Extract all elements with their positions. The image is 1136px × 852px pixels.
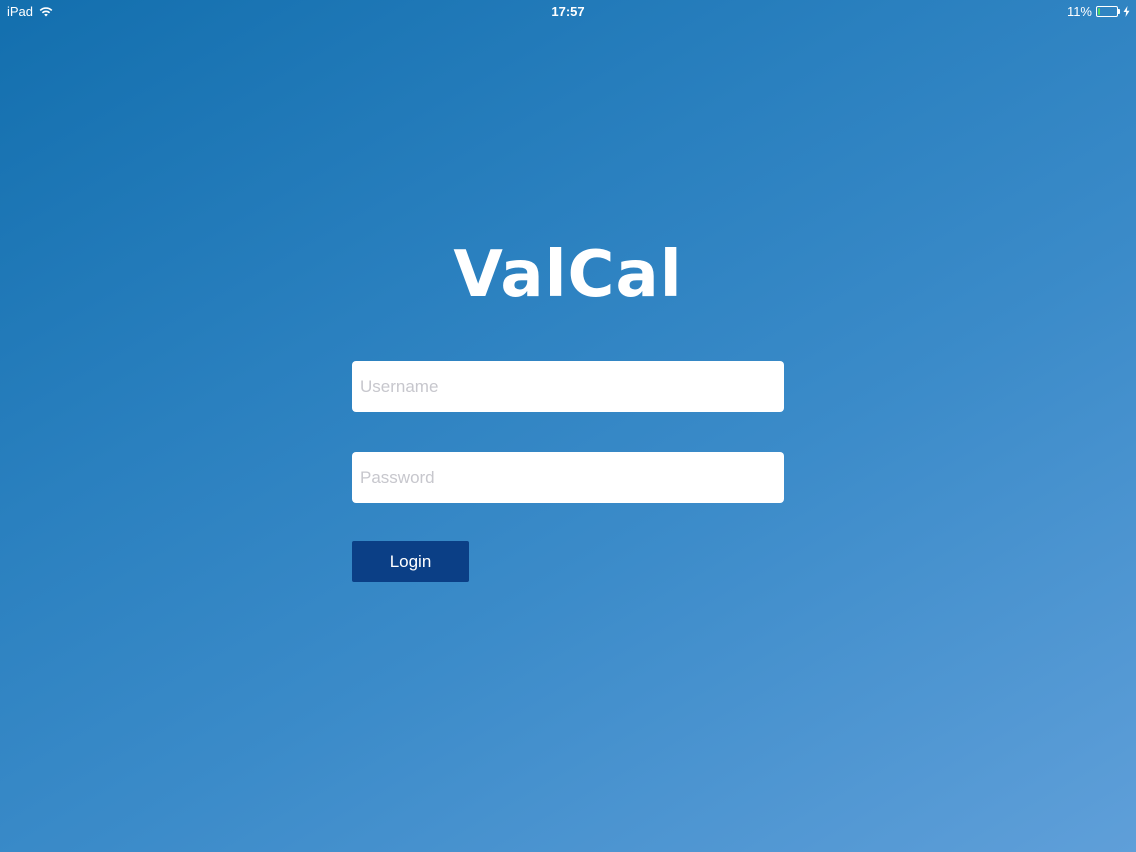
status-right: 11% — [1067, 4, 1130, 19]
battery-icon — [1096, 6, 1122, 17]
password-input[interactable] — [352, 452, 784, 503]
login-button[interactable]: Login — [352, 541, 469, 582]
battery-level-fill — [1098, 8, 1100, 15]
charging-bolt-icon — [1123, 6, 1130, 17]
username-input[interactable] — [352, 361, 784, 412]
app-title: ValCal — [453, 238, 683, 312]
status-bar: iPad 17:57 11% — [0, 0, 1136, 22]
clock: 17:57 — [551, 4, 585, 19]
battery-percent: 11% — [1066, 4, 1092, 19]
